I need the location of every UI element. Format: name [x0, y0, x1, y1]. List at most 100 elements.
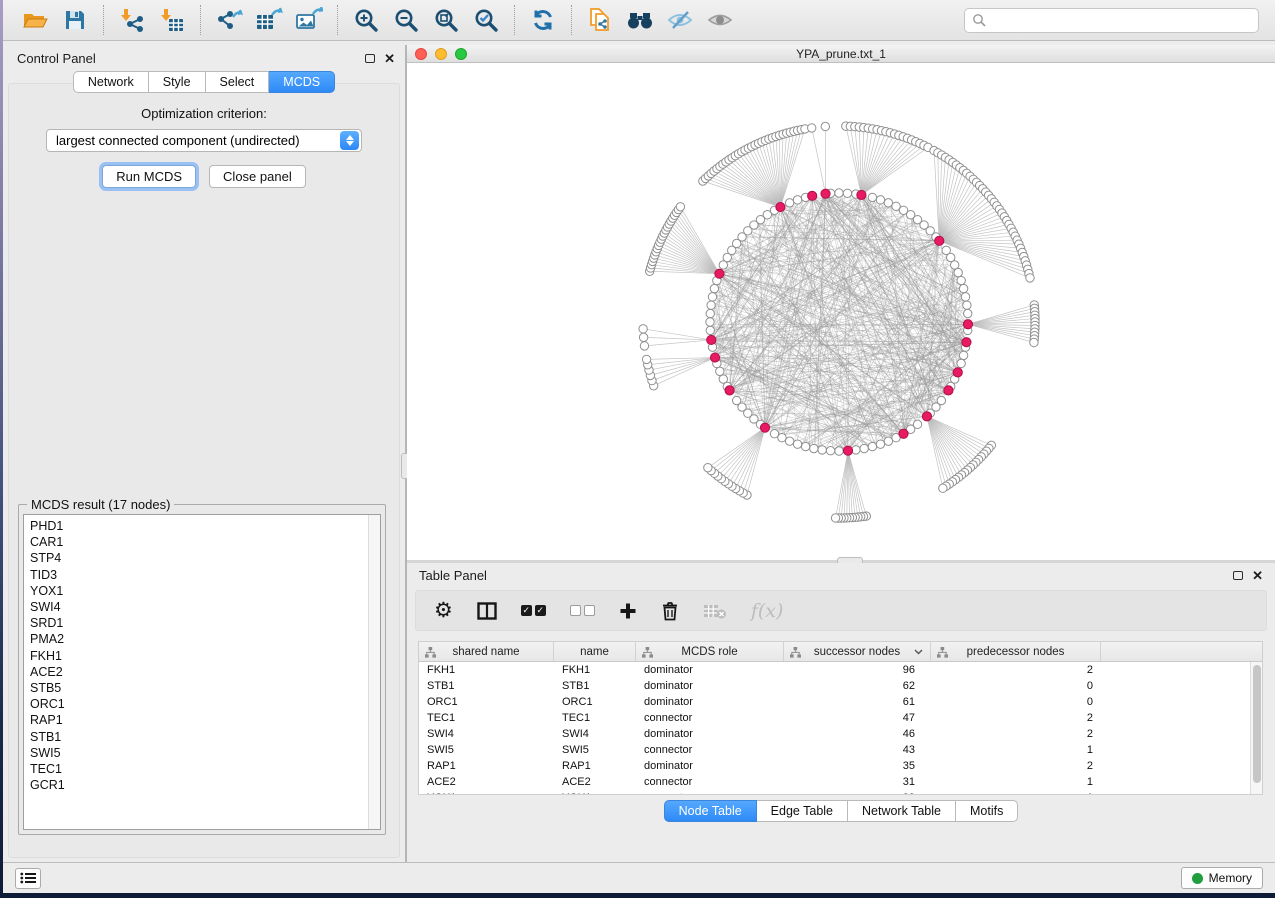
network-canvas[interactable] [407, 63, 1275, 560]
network-node[interactable] [964, 309, 972, 317]
tab-network-table[interactable]: Network Table [848, 800, 956, 822]
network-node[interactable] [884, 199, 892, 207]
leaf-node[interactable] [642, 355, 650, 363]
mcds-node[interactable] [899, 429, 908, 438]
mcds-result-item[interactable]: ORC1 [24, 696, 380, 712]
mcds-result-item[interactable]: STB1 [24, 729, 380, 745]
table-row-ACE2[interactable]: ACE2ACE2connector311 [419, 774, 1250, 790]
tab-select[interactable]: Select [206, 71, 270, 93]
table-row-RAP1[interactable]: RAP1RAP1dominator352 [419, 758, 1250, 774]
table-row-TEC1[interactable]: TEC1TEC1connector472 [419, 710, 1250, 726]
network-node[interactable] [868, 193, 876, 201]
zoom-out-button[interactable] [388, 4, 424, 36]
leaf-node[interactable] [639, 333, 647, 341]
network-node[interactable] [719, 375, 727, 383]
network-node[interactable] [959, 284, 967, 292]
network-node[interactable] [793, 196, 801, 204]
select-all-columns-button[interactable]: ✓✓ [521, 596, 546, 626]
network-node[interactable] [716, 367, 724, 375]
table-row-SWI5[interactable]: SWI5SWI5connector431 [419, 742, 1250, 758]
export-network-button[interactable] [211, 4, 247, 36]
network-node[interactable] [770, 430, 778, 438]
deselect-all-columns-button[interactable] [570, 596, 595, 626]
mcds-node[interactable] [963, 320, 972, 329]
leaf-node[interactable] [821, 122, 829, 130]
network-node[interactable] [810, 444, 818, 452]
memory-button[interactable]: Memory [1181, 867, 1263, 889]
mcds-node[interactable] [776, 202, 785, 211]
mcds-result-item[interactable]: STB5 [24, 680, 380, 696]
mcds-node[interactable] [857, 190, 866, 199]
search-input[interactable] [991, 12, 1251, 28]
float-panel-icon[interactable] [365, 54, 375, 63]
mcds-result-item[interactable]: SWI4 [24, 599, 380, 615]
network-node[interactable] [710, 284, 718, 292]
mcds-node[interactable] [821, 189, 830, 198]
leaf-node[interactable] [939, 484, 947, 492]
table-settings-button[interactable]: ⚙ [434, 596, 453, 626]
mcds-result-item[interactable]: STP4 [24, 550, 380, 566]
tab-node-table[interactable]: Node Table [664, 800, 757, 822]
mcds-node[interactable] [944, 386, 953, 395]
search-network-button[interactable] [622, 4, 658, 36]
leaf-node[interactable] [639, 325, 647, 333]
close-panel-button[interactable]: Close panel [209, 165, 306, 188]
network-node[interactable] [963, 301, 971, 309]
table-row-YOX1[interactable]: YOX1YOX1connector291 [419, 790, 1250, 794]
tab-mcds[interactable]: MCDS [269, 71, 335, 93]
hide-selected-button[interactable] [662, 4, 698, 36]
column-header-successor-nodes[interactable]: successor nodes [784, 642, 931, 661]
mcds-node[interactable] [710, 353, 719, 362]
network-node[interactable] [835, 189, 843, 197]
network-node[interactable] [706, 318, 714, 326]
open-file-button[interactable] [17, 4, 53, 36]
table-row-FKH1[interactable]: FKH1FKH1dominator962 [419, 662, 1250, 678]
run-mcds-button[interactable]: Run MCDS [102, 165, 196, 188]
table-scrollbar[interactable] [1250, 662, 1262, 794]
mcds-result-item[interactable]: TID3 [24, 567, 380, 583]
leaf-node[interactable] [1026, 274, 1034, 282]
mcds-node[interactable] [760, 423, 769, 432]
network-node[interactable] [708, 293, 716, 301]
network-node[interactable] [785, 437, 793, 445]
import-network-button[interactable] [114, 4, 150, 36]
network-node[interactable] [884, 437, 892, 445]
mcds-result-item[interactable]: YOX1 [24, 583, 380, 599]
mcds-node[interactable] [953, 368, 962, 377]
export-image-button[interactable] [291, 4, 327, 36]
zoom-in-button[interactable] [348, 4, 384, 36]
network-node[interactable] [707, 301, 715, 309]
mcds-result-item[interactable]: FKH1 [24, 648, 380, 664]
leaf-node[interactable] [831, 514, 839, 522]
network-node[interactable] [843, 189, 851, 197]
network-node[interactable] [818, 446, 826, 454]
delete-column-button[interactable] [661, 596, 679, 626]
show-columns-button[interactable] [477, 596, 497, 626]
table-row-STB1[interactable]: STB1STB1dominator620 [419, 678, 1250, 694]
network-node[interactable] [801, 442, 809, 450]
table-row-SWI4[interactable]: SWI4SWI4dominator462 [419, 726, 1250, 742]
import-table-button[interactable] [154, 4, 190, 36]
mcds-result-item[interactable]: TEC1 [24, 761, 380, 777]
network-node[interactable] [957, 276, 965, 284]
mcds-result-item[interactable]: RAP1 [24, 712, 380, 728]
network-node[interactable] [785, 199, 793, 207]
mcds-result-item[interactable]: ACE2 [24, 664, 380, 680]
tab-network[interactable]: Network [73, 71, 149, 93]
mcds-node[interactable] [935, 236, 944, 245]
mcds-result-item[interactable]: PMA2 [24, 631, 380, 647]
close-panel-icon[interactable]: ✕ [384, 52, 395, 65]
float-panel-icon[interactable] [1233, 571, 1243, 580]
tab-edge-table[interactable]: Edge Table [757, 800, 848, 822]
network-node[interactable] [957, 359, 965, 367]
mcds-result-item[interactable]: PHD1 [24, 518, 380, 534]
leaf-node[interactable] [640, 342, 648, 350]
mcds-result-item[interactable]: SRD1 [24, 615, 380, 631]
mcds-list-scrollbar[interactable] [368, 515, 380, 829]
leaf-node[interactable] [704, 463, 712, 471]
network-node[interactable] [706, 326, 714, 334]
network-node[interactable] [876, 196, 884, 204]
refresh-view-button[interactable] [525, 4, 561, 36]
table-row-ORC1[interactable]: ORC1ORC1dominator610 [419, 694, 1250, 710]
column-header-shared-name[interactable]: shared name [419, 642, 554, 661]
